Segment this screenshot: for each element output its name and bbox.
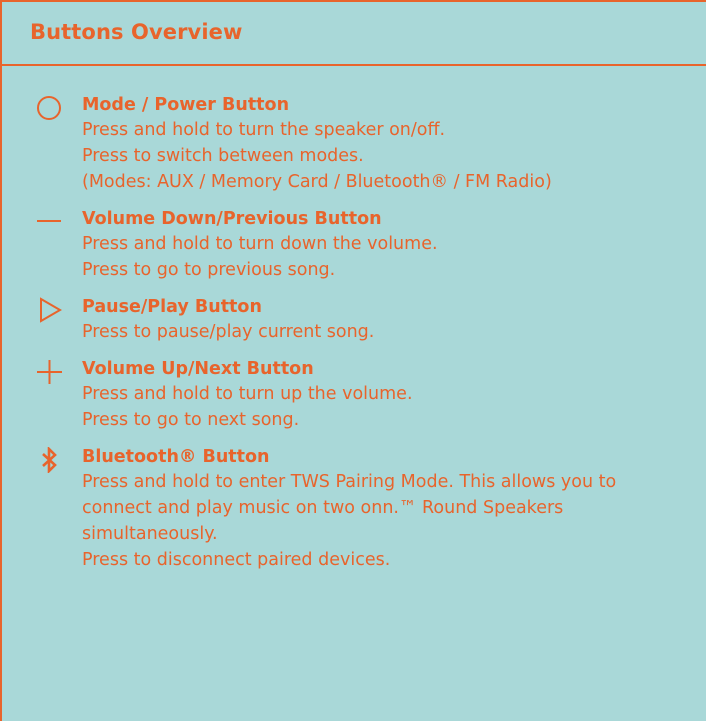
panel-title: Buttons Overview	[30, 20, 243, 44]
play-icon	[36, 297, 66, 323]
item-title: Volume Down/Previous Button	[82, 209, 382, 229]
plus-icon	[36, 359, 66, 385]
list-item-volume-down: Volume Down/Previous Button Press and ho…	[2, 207, 706, 283]
list-item-bluetooth: Bluetooth® Button Press and hold to ente…	[2, 445, 706, 573]
item-title: Bluetooth® Button	[82, 447, 270, 467]
list-item-mode-power: Mode / Power Button Press and hold to tu…	[2, 93, 706, 195]
item-description: Press and hold to enter TWS Pairing Mode…	[82, 472, 617, 492]
item-description: Press to go to next song.	[82, 410, 300, 430]
bluetooth-icon	[36, 445, 66, 475]
button-list: Mode / Power Button Press and hold to tu…	[2, 66, 706, 573]
item-description: (Modes: AUX / Memory Card / Bluetooth® /…	[82, 172, 552, 192]
item-description: Press to disconnect paired devices.	[82, 550, 391, 570]
panel-header: Buttons Overview	[2, 2, 706, 66]
item-description: Press and hold to turn down the volume.	[82, 234, 438, 254]
item-title: Volume Up/Next Button	[82, 359, 314, 379]
item-title: Mode / Power Button	[82, 95, 290, 115]
item-description: Press to go to previous song.	[82, 260, 336, 280]
list-item-volume-up: Volume Up/Next Button Press and hold to …	[2, 357, 706, 433]
item-description: connect and play music on two onn.™ Roun…	[82, 498, 564, 518]
item-description: simultaneously.	[82, 524, 218, 544]
item-description: Press to switch between modes.	[82, 146, 364, 166]
minus-icon	[36, 209, 66, 235]
buttons-overview-panel: Buttons Overview Mode / Power Button Pre…	[0, 0, 706, 721]
item-description: Press and hold to turn the speaker on/of…	[82, 120, 446, 140]
list-item-pause-play: Pause/Play Button Press to pause/play cu…	[2, 295, 706, 345]
circle-icon	[36, 95, 66, 121]
item-title: Pause/Play Button	[82, 297, 262, 317]
item-description: Press and hold to turn up the volume.	[82, 384, 413, 404]
item-description: Press to pause/play current song.	[82, 322, 375, 342]
